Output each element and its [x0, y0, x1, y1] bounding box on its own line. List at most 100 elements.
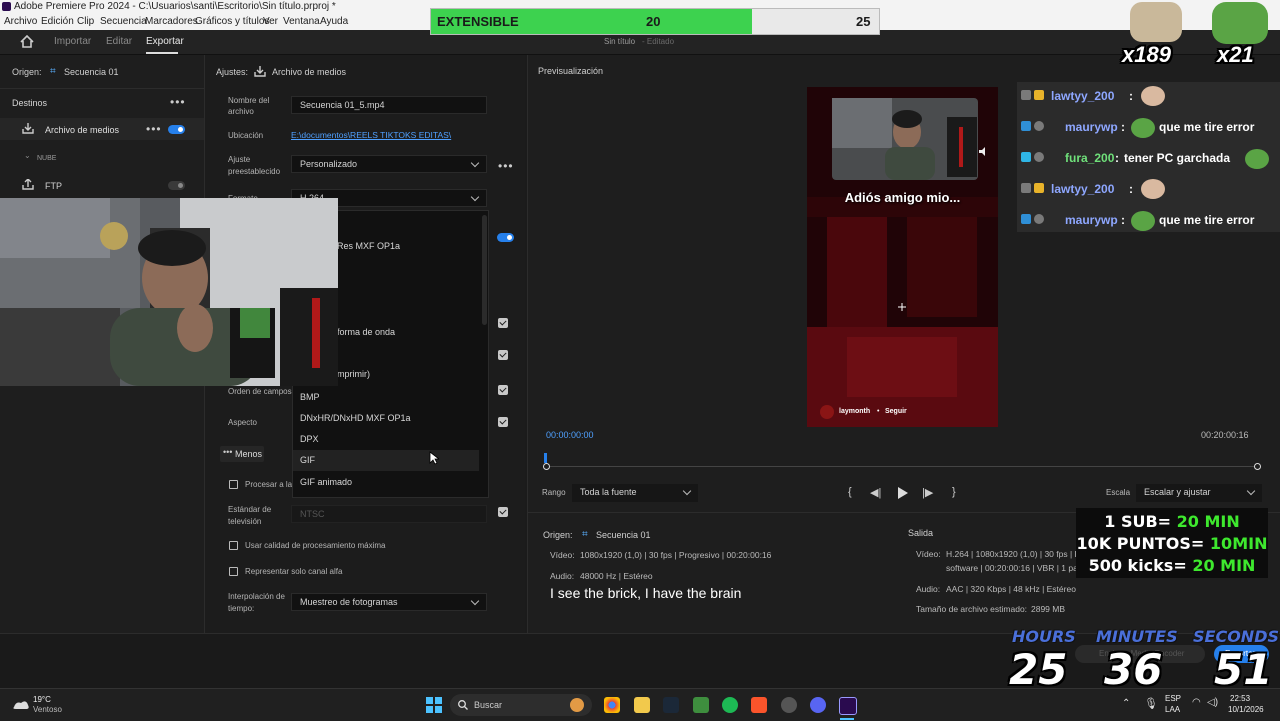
file-explorer-icon[interactable]	[634, 697, 650, 713]
media-file-more-icon[interactable]: •••	[146, 122, 162, 136]
crown-badge-icon	[1034, 183, 1044, 193]
app-icon[interactable]	[781, 697, 797, 713]
range-dropdown[interactable]: Toda la fuente	[572, 484, 698, 502]
divider	[0, 88, 204, 89]
tray-chevron-up-icon[interactable]: ⌃	[1122, 698, 1130, 709]
ftp-toggle[interactable]	[168, 181, 185, 190]
in-point-handle[interactable]	[543, 463, 550, 470]
out-point-handle[interactable]	[1254, 463, 1261, 470]
wifi-icon[interactable]: ◠	[1192, 697, 1201, 708]
checkbox-checked[interactable]	[498, 385, 508, 395]
timer-hours-label: HOURS	[1012, 627, 1076, 646]
menu-clip[interactable]: Clip	[77, 16, 94, 27]
badge-icon	[1034, 214, 1044, 224]
step-back-icon[interactable]: ◀|	[870, 486, 881, 499]
dropdown-item-partial[interactable]: forma de onda	[337, 327, 395, 337]
premiere-taskbar-icon[interactable]	[839, 697, 857, 715]
clock-time[interactable]: 22:53	[1230, 694, 1250, 703]
scale-dropdown[interactable]: Escalar y ajustar	[1136, 484, 1262, 502]
dropdown-item-bmp[interactable]: BMP	[300, 392, 320, 402]
mouse-cursor-icon	[429, 451, 439, 465]
less-button-label: Menos	[235, 449, 263, 459]
menu-ayuda[interactable]: Ayuda	[320, 16, 348, 27]
minecraft-icon[interactable]	[693, 697, 709, 713]
checkbox-checked[interactable]	[498, 507, 508, 517]
menu-archivo[interactable]: Archivo	[4, 16, 37, 27]
timer-seconds-label: SECONDS	[1193, 627, 1279, 646]
dropdown-item-partial[interactable]: mprimir)	[337, 369, 370, 379]
microphone-icon[interactable]: 🎙	[1144, 697, 1158, 710]
timeline-ruler[interactable]	[546, 456, 1258, 467]
preset-dropdown[interactable]: Personalizado	[291, 155, 487, 173]
menu-marcadores[interactable]: Marcadores	[145, 16, 198, 27]
sequence-icon: ⌗	[582, 529, 588, 540]
spotify-icon[interactable]	[722, 697, 738, 713]
range-value: Toda la fuente	[580, 487, 637, 497]
render-max-checkbox[interactable]	[229, 480, 238, 489]
preset-more-icon[interactable]: •••	[498, 159, 514, 173]
field-order-label: Orden de campos	[228, 387, 292, 396]
checkbox-checked[interactable]	[498, 318, 508, 328]
subs-line3-b: 20 MIN	[1192, 556, 1256, 575]
checkbox-checked[interactable]	[498, 417, 508, 427]
location-label: Ubicación	[228, 131, 264, 140]
dropdown-item-gif-animated[interactable]: GIF animado	[300, 477, 352, 487]
cloud-section-label: NUBE	[37, 155, 57, 162]
tab-editar[interactable]: Editar	[106, 36, 132, 47]
source-origin-value: Secuencia 01	[596, 530, 651, 540]
location-link[interactable]: E:\documentos\REELS TIKTOKS EDITAS\	[291, 130, 451, 140]
tab-exportar[interactable]: Exportar	[146, 36, 184, 47]
alpha-only-checkbox[interactable]	[229, 567, 238, 576]
dropdown-item-dpx[interactable]: DPX	[300, 434, 319, 444]
dropdown-item-dnxhr[interactable]: DNxHR/DNxHD MXF OP1a	[300, 413, 411, 423]
taskbar-search[interactable]: Buscar	[450, 694, 592, 716]
lang-2[interactable]: LAA	[1165, 705, 1180, 714]
menu-ventana[interactable]: Ventana	[283, 16, 320, 27]
chat-sep: :	[1121, 120, 1125, 134]
origin-value: Secuencia 01	[64, 67, 119, 77]
menu-ver[interactable]: Ver	[263, 16, 278, 27]
menu-edicion[interactable]: Edición	[41, 16, 74, 27]
checkbox-checked[interactable]	[498, 350, 508, 360]
step-forward-icon[interactable]: |▶	[922, 486, 933, 499]
mark-out-icon[interactable]: }	[952, 486, 956, 498]
interp-dropdown[interactable]: Muestreo de fotogramas	[291, 593, 487, 611]
tab-importar[interactable]: Importar	[54, 36, 91, 47]
media-file-toggle[interactable]	[168, 125, 185, 134]
brave-icon[interactable]	[751, 697, 767, 713]
volume-icon[interactable]	[979, 147, 989, 156]
menu-graficos[interactable]: Gráficos y títulos	[195, 16, 269, 27]
home-icon[interactable]	[20, 35, 34, 48]
chat-sep: :	[1129, 89, 1133, 103]
clock-date[interactable]: 10/1/2026	[1228, 705, 1264, 714]
origin-label: Origen:	[12, 67, 42, 77]
play-icon[interactable]	[898, 487, 908, 499]
dropdown-item-partial[interactable]: Res MXF OP1a	[337, 241, 400, 251]
filename-input[interactable]: Secuencia 01_5.mp4	[291, 96, 487, 114]
destinations-more-icon[interactable]: •••	[170, 95, 186, 109]
settings-title-value: Archivo de medios	[272, 67, 347, 77]
less-button[interactable]: ••• Menos	[220, 446, 264, 462]
steam-icon[interactable]	[663, 697, 679, 713]
volume-tray-icon[interactable]: ◁)	[1207, 697, 1218, 708]
destinations-title: Destinos	[12, 98, 48, 108]
playhead[interactable]	[544, 453, 547, 463]
max-quality-checkbox[interactable]	[229, 541, 238, 550]
cloud-chevron-icon[interactable]: ⌄	[24, 151, 31, 160]
time-end: 00:20:00:16	[1201, 430, 1249, 440]
discord-icon[interactable]	[810, 697, 826, 713]
chat-message: lawtyy_200 :	[1017, 82, 1280, 112]
dropdown-item-gif[interactable]: GIF	[300, 455, 315, 465]
dropdown-scrollbar[interactable]	[482, 215, 487, 325]
mark-in-icon[interactable]: {	[848, 486, 852, 498]
lang-1[interactable]: ESP	[1165, 694, 1181, 703]
search-placeholder: Buscar	[474, 700, 503, 710]
settings-toggle[interactable]	[497, 233, 514, 242]
menu-secuencia[interactable]: Secuencia	[100, 16, 147, 27]
preview-caption: Adiós amigo mio...	[844, 190, 961, 205]
windows-taskbar: 19°C Ventoso Buscar ⌃ ESP LAA 🎙 ◠ ◁) 22:…	[0, 688, 1280, 721]
chrome-icon[interactable]	[604, 697, 620, 713]
chat-sep: :	[1115, 151, 1119, 165]
windows-start-icon[interactable]	[426, 697, 442, 713]
max-quality-label: Usar calidad de procesamiento máxima	[245, 541, 386, 550]
